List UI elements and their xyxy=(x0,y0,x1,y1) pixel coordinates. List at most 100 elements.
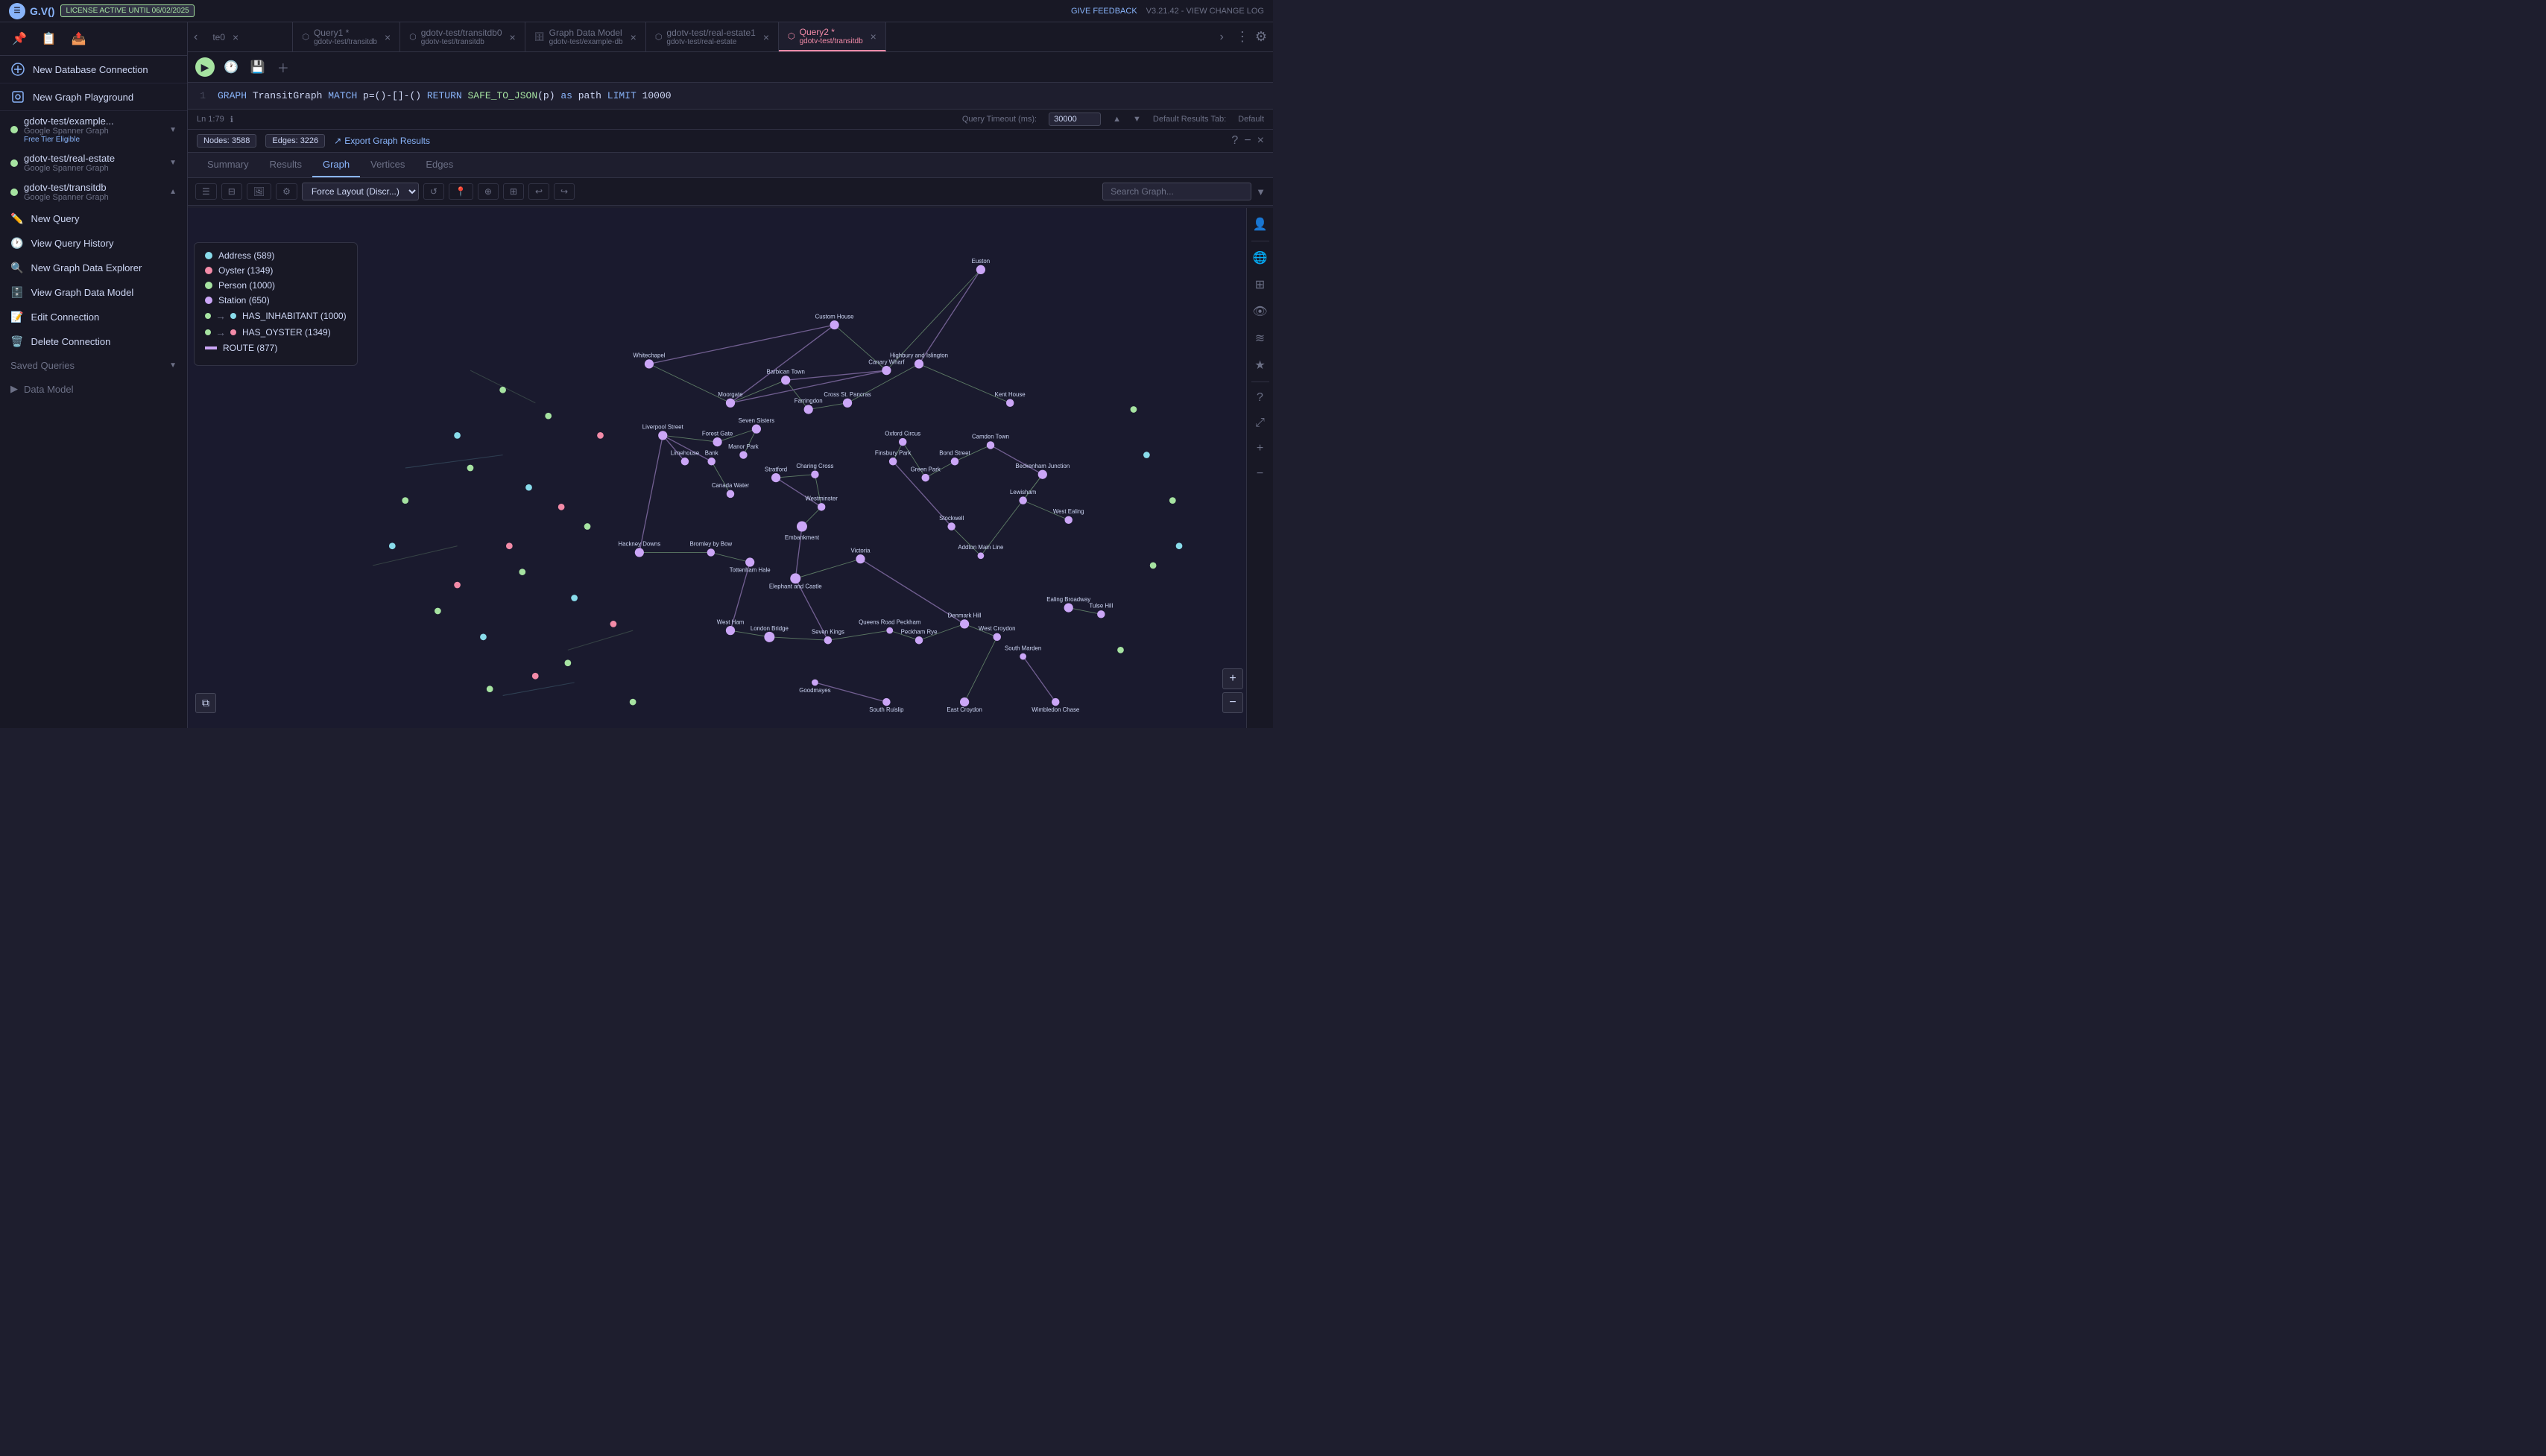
db-status-dot-realestate xyxy=(10,159,18,167)
default-results-value: Default xyxy=(1238,115,1264,124)
rt-globe-icon[interactable]: 🌐 xyxy=(1250,247,1271,268)
db-chevron-transitdb[interactable]: ▲ xyxy=(169,188,177,196)
view-query-history-button[interactable]: 🕐 View Query History xyxy=(0,231,187,256)
layers-button[interactable]: ⧉ xyxy=(195,693,216,713)
rt-table-icon[interactable]: ⊞ xyxy=(1252,274,1268,295)
graph-search-input[interactable] xyxy=(1102,183,1251,200)
tab-scroll-left[interactable]: ‹ xyxy=(188,31,203,44)
rt-help-icon[interactable]: ? xyxy=(1254,388,1266,408)
db-chevron-realestate[interactable]: ▼ xyxy=(169,159,177,167)
tab-query2-icon: ⬡ xyxy=(788,31,795,41)
node-oyster-6 xyxy=(532,673,539,680)
main-layout: 📌 📋 📤 New Database Connection New Graph … xyxy=(0,22,1273,728)
view-graph-data-model-button[interactable]: 🗄️ View Graph Data Model xyxy=(0,280,187,305)
rotate-btn[interactable]: ↩ xyxy=(528,183,549,200)
tab-realestate1[interactable]: ⬡ gdotv-test/real-estate1 gdotv-test/rea… xyxy=(646,22,779,51)
export-graph-button[interactable]: ↗ Export Graph Results xyxy=(334,136,430,146)
tab-query2-close[interactable]: × xyxy=(871,31,876,42)
close-results-icon[interactable]: × xyxy=(1257,134,1264,148)
tab-query1-close[interactable]: × xyxy=(385,31,391,43)
legend-station: Station (650) xyxy=(205,295,347,306)
sidebar-copy-icon[interactable]: 📋 xyxy=(42,31,57,46)
tab-overflow-menu[interactable]: ⋮ xyxy=(1236,29,1249,45)
tab-edges[interactable]: Edges xyxy=(415,153,464,177)
tab-settings-icon[interactable]: ⚙ xyxy=(1255,29,1267,45)
screenshot-btn[interactable]: 🖼 xyxy=(247,183,271,200)
rt-user-icon[interactable]: 👤 xyxy=(1250,214,1271,235)
new-db-connection-button[interactable]: New Database Connection xyxy=(0,56,187,83)
tab-te0-close[interactable]: × xyxy=(233,31,239,43)
svg-text:Westminster: Westminster xyxy=(805,496,838,502)
sidebar-db-transitdb[interactable]: gdotv-test/transitdb Google Spanner Grap… xyxy=(0,177,187,206)
tab-graph[interactable]: Graph xyxy=(312,153,360,177)
sidebar-pin-icon[interactable]: 📌 xyxy=(12,31,27,46)
sidebar-db-realestate[interactable]: gdotv-test/real-estate Google Spanner Gr… xyxy=(0,148,187,177)
sidebar-share-icon[interactable]: 📤 xyxy=(72,31,86,46)
cluster-btn[interactable]: ⊕ xyxy=(478,183,499,200)
tab-transitdb0-close[interactable]: × xyxy=(510,31,516,43)
data-model-section[interactable]: ▶ Data Model xyxy=(0,377,187,401)
tab-summary[interactable]: Summary xyxy=(197,153,259,177)
tab-graph-data-model[interactable]: 🗄 Graph Data Model gdotv-test/example-db… xyxy=(525,22,646,51)
layout-select[interactable]: Force Layout (Discr...) xyxy=(302,183,419,200)
rt-eye-icon[interactable]: 👁 xyxy=(1249,301,1270,322)
new-graph-data-explorer-button[interactable]: 🔍 New Graph Data Explorer xyxy=(0,256,187,280)
sidebar-db-example[interactable]: gdotv-test/example... Google Spanner Gra… xyxy=(0,111,187,148)
tab-transitdb0-name: gdotv-test/transitdb0 xyxy=(421,28,502,38)
code-area[interactable]: 1 GRAPH TransitGraph MATCH p=()-[]-() RE… xyxy=(188,83,1273,109)
node-beckenham xyxy=(1038,470,1047,479)
info-icon[interactable]: ℹ xyxy=(230,115,233,124)
tab-query2[interactable]: ⬡ Query2 * gdotv-test/transitdb × xyxy=(779,22,886,51)
timeout-input[interactable] xyxy=(1049,113,1101,126)
new-query-button[interactable]: ✏️ New Query xyxy=(0,206,187,231)
tab-vertices[interactable]: Vertices xyxy=(360,153,415,177)
tab-gdm-icon: 🗄 xyxy=(534,32,545,42)
run-query-button[interactable]: ▶ xyxy=(195,57,215,77)
rt-zoom-in-rt[interactable]: + xyxy=(1254,439,1266,458)
top-bar: ☰ G.V() LICENSE ACTIVE UNTIL 06/02/2025 … xyxy=(0,0,1273,22)
tab-query1[interactable]: ⬡ Query1 * gdotv-test/transitdb × xyxy=(293,22,400,51)
legend-ho-arrow: → xyxy=(215,326,226,338)
export-btn2[interactable]: ⊞ xyxy=(503,183,524,200)
rt-star-icon[interactable]: ★ xyxy=(1251,355,1268,376)
rt-expand-icon[interactable]: ⤢ xyxy=(1252,414,1268,433)
editor-add-btn[interactable]: ＋ xyxy=(274,57,292,77)
rt-zoom-out-rt[interactable]: − xyxy=(1254,464,1266,484)
minimize-icon[interactable]: − xyxy=(1244,134,1251,148)
timeout-up[interactable]: ▲ xyxy=(1113,115,1121,124)
rt-filter-icon[interactable]: ≋ xyxy=(1252,328,1268,349)
tab-te0[interactable]: te0 × xyxy=(203,22,293,51)
db-chevron-example[interactable]: ▼ xyxy=(169,126,177,134)
editor-history-btn[interactable]: 🕐 xyxy=(221,58,241,76)
saved-queries-section[interactable]: Saved Queries ▼ xyxy=(0,354,187,377)
edit-connection-button[interactable]: 📝 Edit Connection xyxy=(0,305,187,329)
tab-results[interactable]: Results xyxy=(259,153,312,177)
legend-route: ROUTE (877) xyxy=(205,343,347,353)
filter-btn2[interactable]: ⊟ xyxy=(221,183,242,200)
tab-re-close[interactable]: × xyxy=(763,31,769,43)
editor-save-btn[interactable]: 💾 xyxy=(247,58,268,76)
delete-connection-button[interactable]: 🗑️ Delete Connection xyxy=(0,329,187,354)
filter-btn[interactable]: ☰ xyxy=(195,183,217,200)
svg-text:Kent House: Kent House xyxy=(995,391,1026,398)
new-graph-playground-button[interactable]: New Graph Playground xyxy=(0,83,187,111)
node-person-9 xyxy=(487,686,493,692)
tab-gdm-close[interactable]: × xyxy=(631,31,636,43)
help-icon[interactable]: ? xyxy=(1231,134,1238,148)
graph-search-dropdown[interactable]: ▼ xyxy=(1256,186,1266,197)
graph-nodes[interactable]: Custom House Euston Canary Wharf Whitech… xyxy=(389,258,1182,713)
settings-btn[interactable]: ⚙ xyxy=(276,183,297,200)
refresh-btn[interactable]: ↺ xyxy=(423,183,444,200)
rotate-btn2[interactable]: ↪ xyxy=(554,183,575,200)
tab-scroll-right[interactable]: › xyxy=(1214,31,1230,44)
timeout-down[interactable]: ▼ xyxy=(1133,115,1141,124)
tab-transitdb0[interactable]: ⬡ gdotv-test/transitdb0 gdotv-test/trans… xyxy=(400,22,525,51)
node-oyster-3 xyxy=(506,542,513,549)
graph-canvas[interactable]: Custom House Euston Canary Wharf Whitech… xyxy=(188,208,1273,728)
zoom-out-button[interactable]: − xyxy=(1222,692,1243,713)
zoom-in-button[interactable]: + xyxy=(1222,668,1243,689)
node-lewisham xyxy=(1019,496,1026,504)
pin-btn[interactable]: 📍 xyxy=(449,183,473,200)
node-wimbledon-chase xyxy=(1052,698,1059,706)
feedback-link[interactable]: GIVE FEEDBACK xyxy=(1071,7,1137,16)
